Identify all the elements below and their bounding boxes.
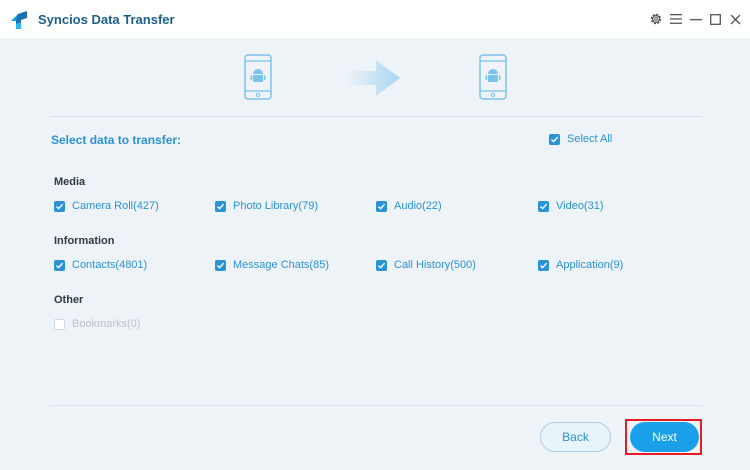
option-label: Audio(22) [394,200,442,212]
checkbox-checked-icon [215,259,226,271]
source-android-phone-icon [244,54,272,100]
syncios-logo-icon [11,11,27,29]
option-label: Photo Library(79) [233,200,318,212]
option-label: Contacts(4801) [72,259,148,271]
gear-icon[interactable] [647,10,665,28]
minimize-icon[interactable] [687,10,705,28]
checkbox-checked-icon [549,133,560,145]
transfer-illustration [0,38,750,116]
option-label: Bookmarks(0) [72,318,141,330]
checkbox-checked-icon [538,259,549,271]
select-all-label: Select All [567,133,613,145]
transfer-arrow-icon [346,60,400,96]
option-photo-library[interactable]: Photo Library(79) [215,199,318,213]
option-label: Camera Roll(427) [72,200,159,212]
option-label: Application(9) [556,259,624,271]
back-button[interactable]: Back [540,422,611,452]
group-label-other: Other [54,294,84,306]
option-audio[interactable]: Audio(22) [376,199,442,213]
option-camera-roll[interactable]: Camera Roll(427) [54,199,159,213]
checkbox-checked-icon [538,200,549,212]
footer-divider [50,405,702,406]
target-android-phone-icon [479,54,507,100]
checkbox-checked-icon [54,200,65,212]
divider [50,116,702,117]
checkbox-checked-icon [215,200,226,212]
app-title: Syncios Data Transfer [38,12,175,27]
option-call-history[interactable]: Call History(500) [376,258,476,272]
option-video[interactable]: Video(31) [538,199,604,213]
checkbox-unchecked-icon [54,318,65,330]
menu-icon[interactable] [667,10,685,28]
option-contacts[interactable]: Contacts(4801) [54,258,147,272]
group-label-media: Media [54,176,86,188]
option-label: Call History(500) [394,259,476,271]
close-icon[interactable] [726,10,744,28]
checkbox-checked-icon [376,200,387,212]
option-label: Message Chats(85) [233,259,329,271]
option-message-chats[interactable]: Message Chats(85) [215,258,329,272]
checkbox-checked-icon [54,259,65,271]
option-label: Video(31) [556,200,604,212]
next-button-highlight [625,419,702,455]
checkbox-checked-icon [376,259,387,271]
select-data-title: Select data to transfer: [51,133,182,147]
title-bar: Syncios Data Transfer [0,0,750,38]
option-application[interactable]: Application(9) [538,258,623,272]
group-label-information: Information [54,235,115,247]
maximize-icon[interactable] [706,10,724,28]
option-bookmarks: Bookmarks(0) [54,317,140,331]
select-all-checkbox[interactable]: Select All [549,133,612,145]
